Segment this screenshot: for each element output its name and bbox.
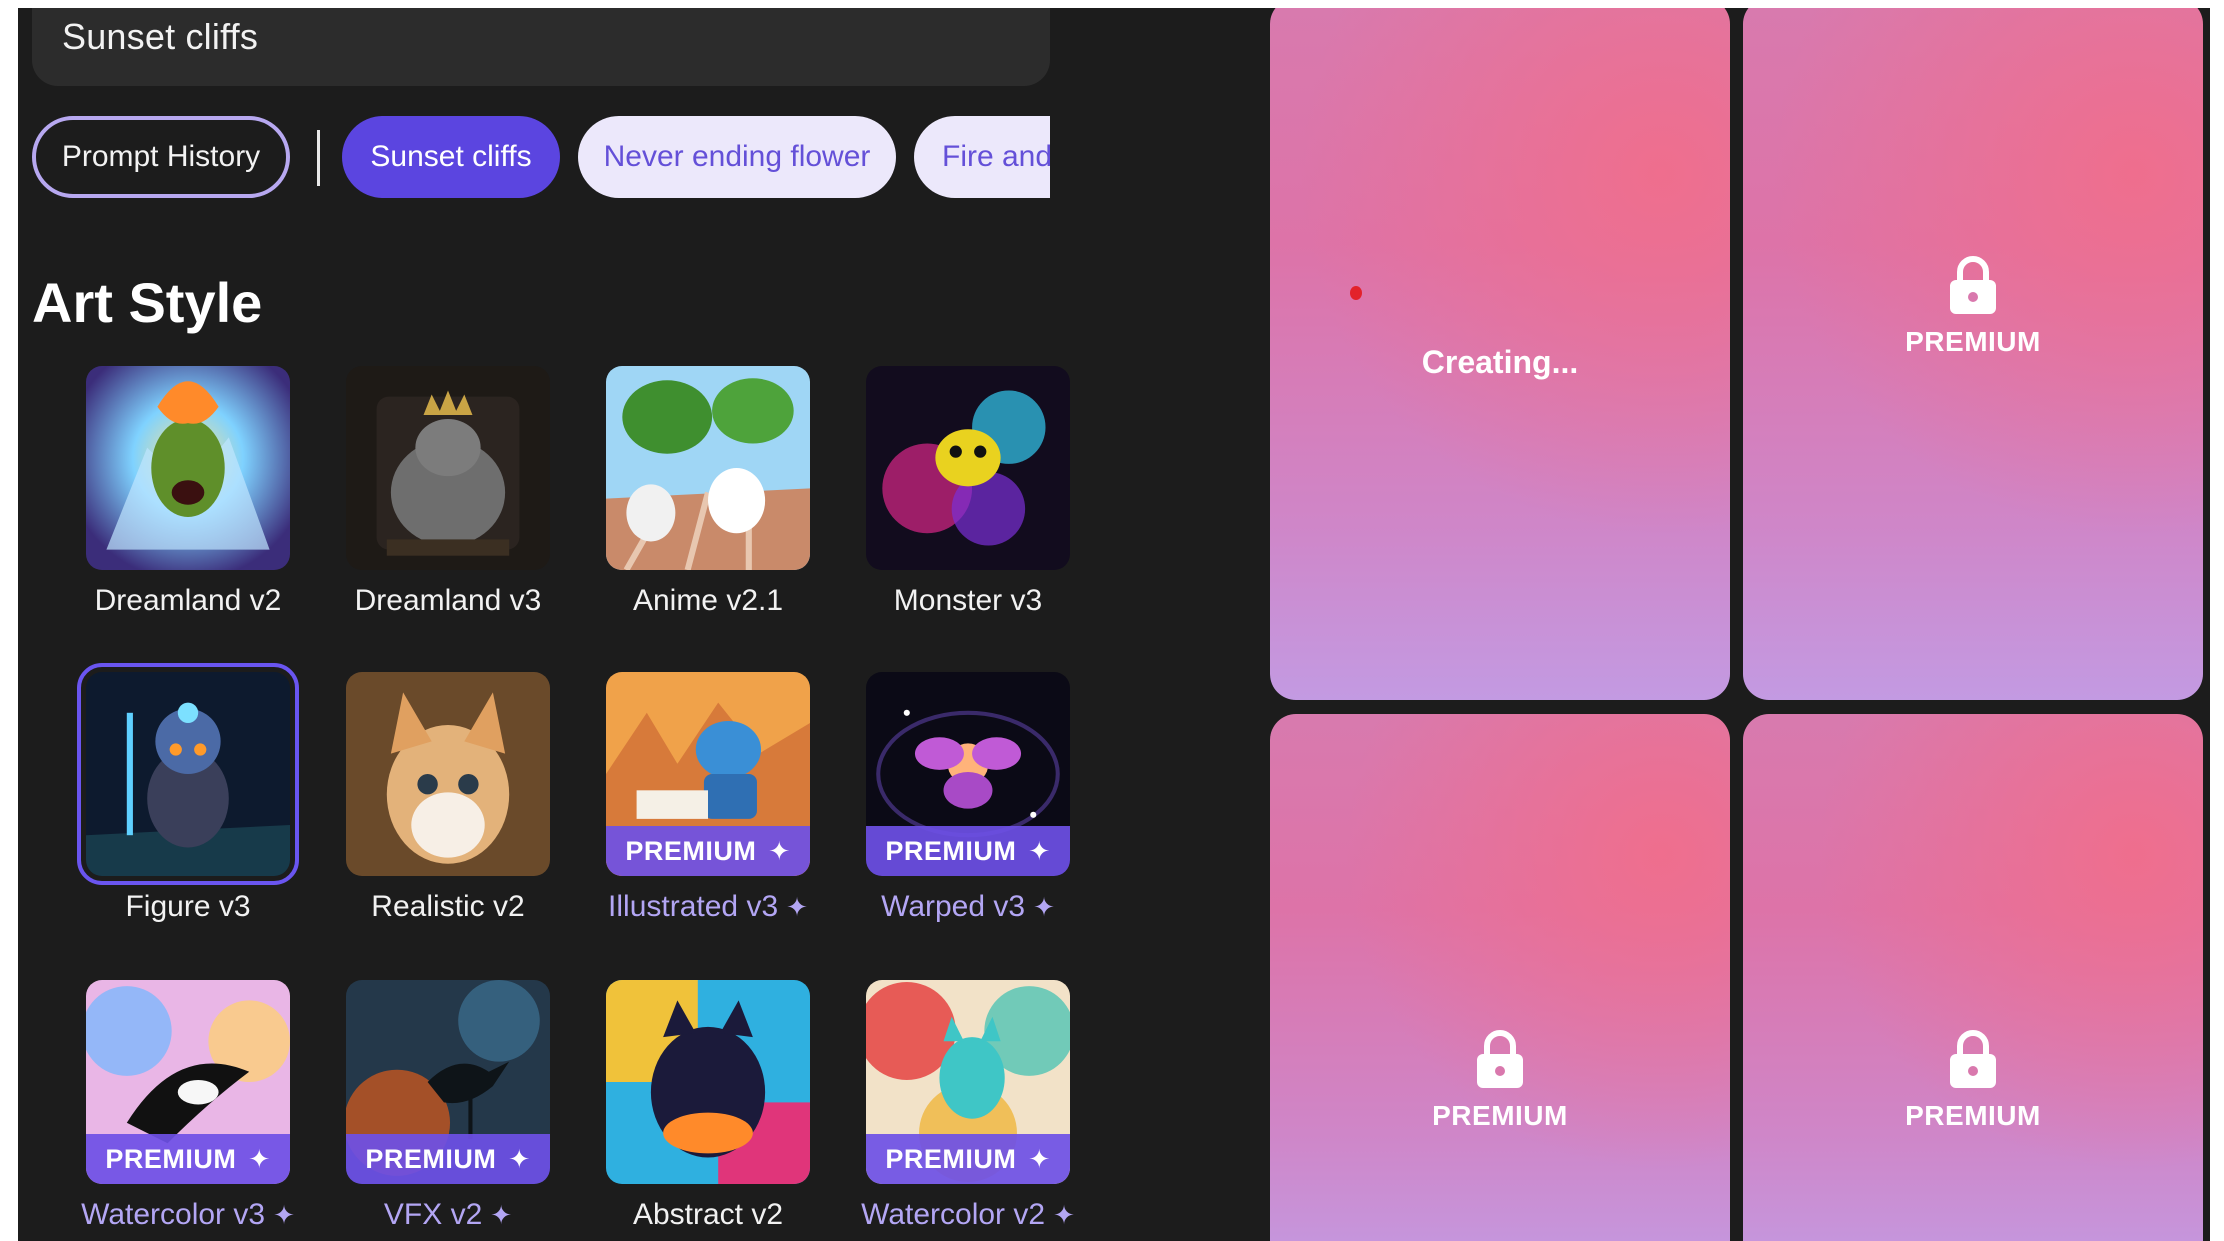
sparkle-icon: ✦ [248, 1143, 271, 1174]
style-thumbnail-watercolor-v3: PREMIUM ✦ [86, 980, 290, 1184]
style-item-watercolor-v2[interactable]: PREMIUM ✦ Watercolor v2 ✦ [838, 980, 1098, 1232]
prompt-chip-never-ending-flower[interactable]: Never ending flower [578, 116, 896, 198]
style-label: Monster v3 [893, 584, 1043, 617]
style-item-figure-v3[interactable]: Figure v3 [58, 663, 318, 924]
style-thumbnail-anime-v2-1 [606, 366, 810, 570]
premium-label: PREMIUM [1432, 1100, 1568, 1131]
lock-icon [1950, 1030, 1996, 1088]
style-label: Anime v2.1 [632, 584, 784, 617]
style-label: Realistic v2 [371, 890, 525, 923]
style-item-monster-v3[interactable]: Monster v3 [838, 366, 1098, 618]
style-item-realistic-v2[interactable]: Realistic v2 [318, 672, 578, 924]
premium-label: PREMIUM [1905, 1100, 2041, 1131]
style-label: VFX v2 ✦ [383, 1198, 513, 1231]
style-label: Watercolor v2 ✦ [861, 1198, 1075, 1231]
premium-lock-group: PREMIUM [1270, 1028, 1730, 1132]
sparkle-icon: ✦ [1028, 835, 1051, 866]
cursor-dot [1350, 286, 1362, 300]
style-item-abstract-v2[interactable]: Abstract v2 [578, 980, 838, 1232]
style-thumbnail-abstract-v2 [606, 980, 810, 1184]
app-window: Sunset cliffs Prompt History Sunset clif… [18, 8, 2210, 1241]
style-item-illustrated-v3[interactable]: PREMIUM ✦ Illustrated v3 ✦ [578, 672, 838, 924]
creating-label: Creating... [1421, 344, 1579, 380]
style-thumbnail-watercolor-v2: PREMIUM ✦ [866, 980, 1070, 1184]
lock-icon [1950, 256, 1996, 314]
style-item-warped-v3[interactable]: PREMIUM ✦ Warped v3 ✦ [838, 672, 1098, 924]
sparkle-icon: ✦ [490, 1200, 513, 1230]
style-item-anime-v2-1[interactable]: Anime v2.1 [578, 366, 838, 618]
style-label: Warped v3 ✦ [881, 890, 1055, 923]
prompt-chip-fire-and-w[interactable]: Fire and w [914, 116, 1050, 198]
premium-label: PREMIUM [1905, 326, 2041, 357]
style-item-vfx-v2[interactable]: PREMIUM ✦ VFX v2 ✦ [318, 980, 578, 1232]
sparkle-icon: ✦ [273, 1200, 295, 1230]
prompt-input[interactable]: Sunset cliffs [32, 8, 1050, 86]
sparkle-icon: ✦ [508, 1143, 531, 1174]
style-label: Abstract v2 [632, 1198, 784, 1231]
premium-lock-group: PREMIUM [1743, 254, 2203, 358]
sparkle-icon: ✦ [768, 835, 791, 866]
sparkle-icon: ✦ [1033, 892, 1055, 922]
style-item-watercolor-v3[interactable]: PREMIUM ✦ Watercolor v3 ✦ [58, 980, 318, 1232]
result-card-premium-1[interactable]: PREMIUM [1743, 8, 2203, 700]
result-card-creating: Creating... [1270, 8, 1730, 700]
chip-divider [317, 130, 320, 186]
style-thumbnail-dreamland-v2 [86, 366, 290, 570]
style-thumbnail-realistic-v2 [346, 672, 550, 876]
style-thumbnail-dreamland-v3 [346, 366, 550, 570]
premium-badge: PREMIUM ✦ [346, 1134, 550, 1184]
style-label: Dreamland v2 [94, 584, 282, 617]
premium-badge: PREMIUM ✦ [866, 826, 1070, 876]
prompt-chip-sunset-cliffs[interactable]: Sunset cliffs [342, 116, 560, 198]
premium-lock-group: PREMIUM [1743, 1028, 2203, 1132]
premium-badge: PREMIUM ✦ [86, 1134, 290, 1184]
art-style-heading: Art Style [32, 271, 263, 334]
prompt-input-text: Sunset cliffs [62, 16, 259, 57]
style-thumbnail-vfx-v2: PREMIUM ✦ [346, 980, 550, 1184]
style-item-dreamland-v3[interactable]: Dreamland v3 [318, 366, 578, 618]
style-item-dreamland-v2[interactable]: Dreamland v2 [58, 366, 318, 618]
style-thumbnail-warped-v3: PREMIUM ✦ [866, 672, 1070, 876]
style-label: Illustrated v3 ✦ [608, 890, 808, 923]
creating-status: Creating... [1270, 344, 1730, 381]
style-thumbnail-illustrated-v3: PREMIUM ✦ [606, 672, 810, 876]
result-card-premium-3[interactable]: PREMIUM [1743, 714, 2203, 1241]
premium-badge: PREMIUM ✦ [606, 826, 810, 876]
sparkle-icon: ✦ [1028, 1143, 1051, 1174]
sparkle-icon: ✦ [786, 892, 808, 922]
style-label: Watercolor v3 ✦ [81, 1198, 295, 1231]
premium-badge: PREMIUM ✦ [866, 1134, 1070, 1184]
style-thumbnail-figure-v3 [77, 663, 299, 885]
prompt-chips-row: Prompt History Sunset cliffs Never endin… [32, 110, 1050, 204]
sparkle-icon: ✦ [1053, 1200, 1075, 1230]
style-thumbnail-monster-v3 [866, 366, 1070, 570]
prompt-history-button[interactable]: Prompt History [32, 116, 290, 198]
left-panel: Sunset cliffs Prompt History Sunset clif… [18, 8, 1268, 1241]
style-label: Dreamland v3 [354, 584, 542, 617]
result-card-premium-2[interactable]: PREMIUM [1270, 714, 1730, 1241]
lock-icon [1477, 1030, 1523, 1088]
style-label: Figure v3 [125, 890, 251, 923]
